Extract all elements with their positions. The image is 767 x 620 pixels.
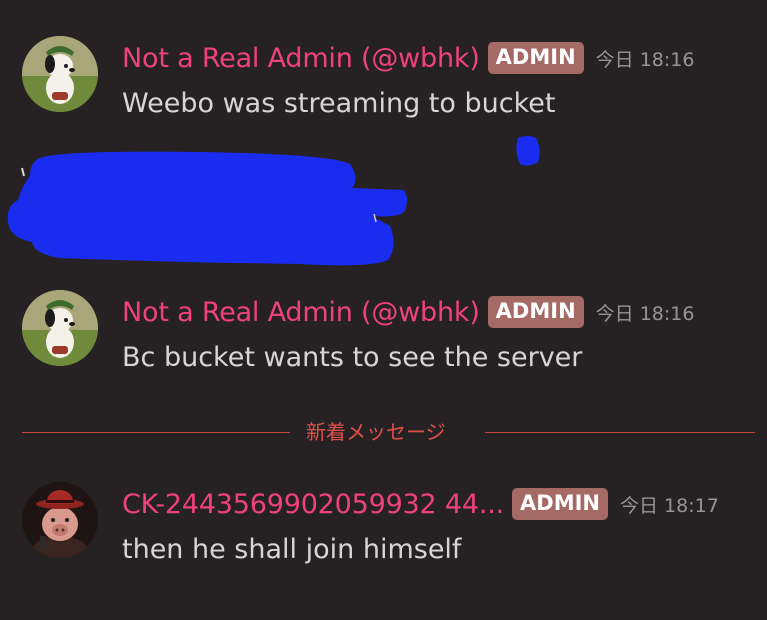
timestamp: 今日 18:16 xyxy=(595,48,695,71)
timestamp: 今日 18:17 xyxy=(620,494,719,517)
divider-line xyxy=(22,432,290,433)
chat-view: Not a Real Admin (@wbhk) ADMIN 今日 18:16 … xyxy=(0,0,767,620)
timestamp: 今日 18:16 xyxy=(595,302,695,325)
message-content: Weebo was streaming to bucket xyxy=(122,88,556,119)
message-header: CK-2443569902059932 44... ADMIN 今日 18:17 xyxy=(122,488,719,520)
message-content: then he shall join himself xyxy=(122,534,462,565)
divider-line xyxy=(485,432,755,433)
username[interactable]: CK-2443569902059932 44... xyxy=(122,489,504,520)
username[interactable]: Not a Real Admin (@wbhk) xyxy=(122,43,480,74)
role-badge[interactable]: ADMIN xyxy=(512,488,608,520)
dog-avatar-icon[interactable] xyxy=(22,290,98,366)
new-messages-divider: 新着メッセージ xyxy=(22,418,755,446)
role-badge[interactable]: ADMIN xyxy=(487,296,584,328)
new-messages-label: 新着メッセージ xyxy=(306,420,446,444)
message-header: Not a Real Admin (@wbhk) ADMIN 今日 18:16 xyxy=(122,42,694,74)
message-header: Not a Real Admin (@wbhk) ADMIN 今日 18:16 xyxy=(122,296,694,328)
role-badge[interactable]: ADMIN xyxy=(487,42,584,74)
message-item[interactable]: Not a Real Admin (@wbhk) ADMIN 今日 18:16 … xyxy=(22,290,757,373)
message-content: Bc bucket wants to see the server xyxy=(122,342,583,373)
pig-avatar-icon[interactable] xyxy=(22,482,98,558)
username[interactable]: Not a Real Admin (@wbhk) xyxy=(122,297,480,328)
dog-avatar-icon[interactable] xyxy=(22,36,98,112)
message-item[interactable]: CK-2443569902059932 44... ADMIN 今日 18:17… xyxy=(22,482,757,565)
message-item[interactable]: Not a Real Admin (@wbhk) ADMIN 今日 18:16 … xyxy=(22,36,757,119)
